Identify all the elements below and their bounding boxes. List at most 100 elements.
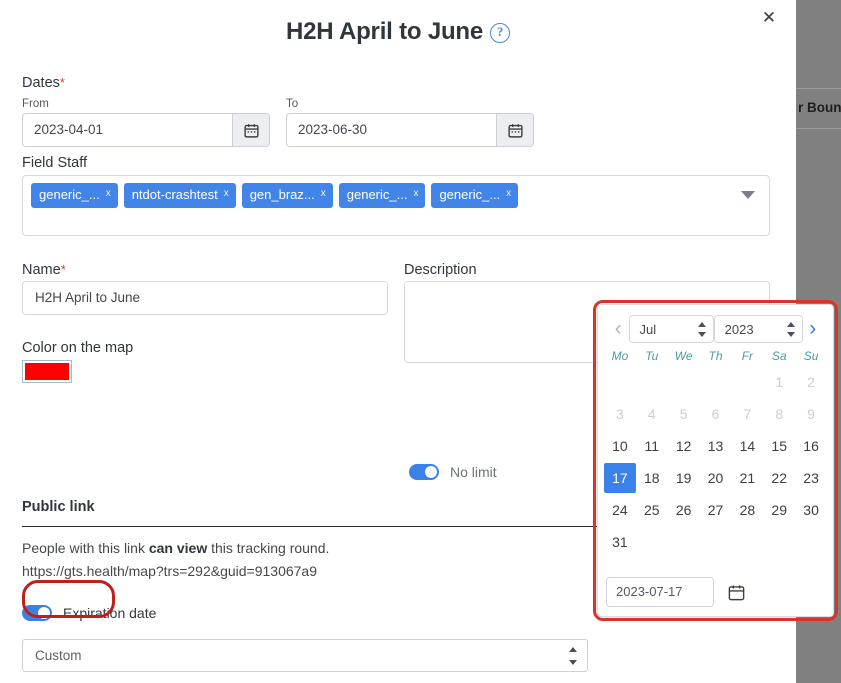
page-title: H2H April to June? <box>0 18 796 46</box>
calendar-day-blank <box>700 367 732 397</box>
field-staff-chip[interactable]: gen_braz... x <box>241 183 333 208</box>
calendar-day[interactable]: 25 <box>636 495 668 525</box>
calendar-date-input[interactable]: 2023-07-17 <box>606 577 714 607</box>
calendar-day: 2 <box>807 374 815 390</box>
calendar-weekday-header: Mo Tu We Th Fr Sa Su <box>598 347 833 367</box>
calendar-weekday: Mo <box>611 349 629 363</box>
calendar-weekday: We <box>674 349 693 363</box>
calendar-day[interactable]: 11 <box>636 431 668 461</box>
calendar-day: 3 <box>616 406 624 422</box>
calendar-day[interactable]: 14 <box>731 431 763 461</box>
name-label: Name* <box>22 262 66 278</box>
public-link-heading: Public link <box>22 499 95 515</box>
field-staff-chip[interactable]: generic_... x <box>431 183 519 208</box>
expiration-date-label: Expiration date <box>63 605 157 621</box>
public-link-url[interactable]: https://gts.health/map?trs=292&guid=9130… <box>22 563 317 579</box>
expiration-preset-select[interactable]: Custom <box>22 639 588 672</box>
calendar-day[interactable]: 28 <box>731 495 763 525</box>
background-row-divider <box>796 128 841 129</box>
calendar-day[interactable]: 19 <box>668 463 700 493</box>
background-row-divider <box>796 88 841 89</box>
date-from-label: From <box>22 98 49 110</box>
no-limit-toggle[interactable] <box>409 464 439 480</box>
public-link-desc-suffix: this tracking round. <box>207 540 330 556</box>
field-staff-chip[interactable]: ntdot-crashtest x <box>123 183 236 208</box>
calendar-day[interactable]: 26 <box>668 495 700 525</box>
dates-label-text: Dates <box>22 75 60 91</box>
calendar-day[interactable]: 16 <box>795 431 827 461</box>
calendar-day[interactable]: 30 <box>795 495 827 525</box>
calendar-footer: 2023-07-17 <box>598 570 835 616</box>
chevron-down-icon[interactable] <box>741 191 755 199</box>
public-link-description: People with this link can view this trac… <box>22 540 329 556</box>
calendar-day: 9 <box>807 406 815 422</box>
calendar-day-blank <box>604 367 636 397</box>
calendar-weekday: Th <box>708 349 723 363</box>
calendar-weekday: Su <box>803 349 819 363</box>
calendar-day[interactable]: 13 <box>700 431 732 461</box>
calendar-year-select[interactable]: 2023 <box>713 315 803 343</box>
description-label: Description <box>404 262 477 278</box>
calendar-day[interactable]: 20 <box>700 463 732 493</box>
date-from-input[interactable]: 2023-04-01 <box>22 113 232 147</box>
calendar-icon[interactable] <box>714 577 758 607</box>
color-picker-swatch[interactable] <box>22 360 72 383</box>
field-staff-chip[interactable]: generic_... x <box>31 183 118 208</box>
date-from-calendar-icon[interactable] <box>232 113 270 147</box>
calendar-day-grid: 1 2 3 4 5 6 7 8 9 10 11 12 13 14 15 16 17 18 19 20 21 22 23 24 2… <box>598 367 833 557</box>
public-link-desc-prefix: People with this link <box>22 540 149 556</box>
calendar-day-selected[interactable]: 17 <box>604 463 636 493</box>
no-limit-label: No limit <box>450 464 497 480</box>
chip-remove-icon[interactable]: x <box>106 186 111 202</box>
name-required-mark: * <box>60 262 66 277</box>
chevron-right-icon[interactable]: › <box>803 318 824 340</box>
field-staff-input[interactable]: generic_... x ntdot-crashtest x gen_braz... x… <box>22 175 770 236</box>
calendar-month-value: Jul <box>639 321 657 337</box>
field-staff-chip[interactable]: generic_... x <box>338 183 426 208</box>
no-limit-toggle-row: No limit <box>409 464 497 480</box>
calendar-day[interactable]: 21 <box>731 463 763 493</box>
calendar-day[interactable]: 12 <box>668 431 700 461</box>
calendar-day-blank <box>731 367 763 397</box>
calendar-day: 8 <box>775 406 784 422</box>
calendar-day[interactable]: 24 <box>604 495 636 525</box>
calendar-weekday: Tu <box>645 349 659 363</box>
calendar-day[interactable]: 18 <box>636 463 668 493</box>
color-swatch-fill <box>25 363 69 380</box>
name-input[interactable]: H2H April to June <box>22 281 388 315</box>
field-staff-chip-label: generic_... <box>346 187 408 202</box>
calendar-day[interactable]: 23 <box>795 463 827 493</box>
background-partial-label: r Bound <box>798 100 841 115</box>
calendar-day: 4 <box>647 406 656 422</box>
calendar-day[interactable]: 29 <box>763 495 795 525</box>
calendar-day: 6 <box>711 406 720 422</box>
expiration-date-toggle[interactable] <box>22 605 52 621</box>
calendar-day[interactable]: 10 <box>604 431 636 461</box>
question-circle-icon[interactable]: ? <box>490 23 511 43</box>
name-label-text: Name <box>22 262 61 278</box>
calendar-day[interactable]: 15 <box>763 431 795 461</box>
calendar-header: ‹ Jul 2023 › <box>598 305 833 347</box>
chip-remove-icon[interactable]: x <box>321 186 326 202</box>
modal-title-text: H2H April to June <box>285 18 484 45</box>
calendar-day-blank <box>636 367 668 397</box>
calendar-month-select[interactable]: Jul <box>628 315 714 343</box>
field-staff-chip-label: generic_... <box>439 187 501 202</box>
expiration-preset-value: Custom <box>35 648 82 663</box>
calendar-day: 1 <box>775 374 784 390</box>
calendar-weekday: Sa <box>771 349 787 363</box>
chip-remove-icon[interactable]: x <box>224 186 229 202</box>
calendar-day[interactable]: 22 <box>763 463 795 493</box>
chip-remove-icon[interactable]: x <box>506 186 511 202</box>
date-to-calendar-icon[interactable] <box>496 113 534 147</box>
date-to-input[interactable]: 2023-06-30 <box>286 113 496 147</box>
public-link-permission: can view <box>148 540 208 556</box>
field-staff-chip-list: generic_... x ntdot-crashtest x gen_braz... x… <box>31 183 761 208</box>
chevron-left-icon[interactable]: ‹ <box>608 318 629 340</box>
date-from-group: From 2023-04-01 <box>22 98 270 147</box>
field-staff-label: Field Staff <box>22 155 88 171</box>
calendar-day: 7 <box>743 406 752 422</box>
calendar-day[interactable]: 31 <box>604 527 636 557</box>
calendar-day[interactable]: 27 <box>700 495 732 525</box>
chip-remove-icon[interactable]: x <box>413 186 418 202</box>
